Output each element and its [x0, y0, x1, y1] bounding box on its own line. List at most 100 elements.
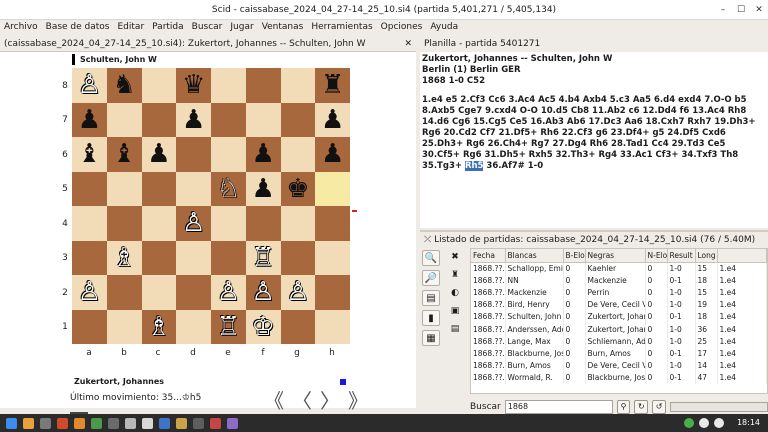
- moves-text[interactable]: 1.e4 e5 2.Cf3 Cc6 3.Ac4 Ac5 4.b4 Axb4 5.…: [422, 95, 756, 171]
- board-square[interactable]: [211, 102, 246, 137]
- board-square[interactable]: [176, 275, 211, 310]
- prev-move-icon[interactable]: 〈: [292, 385, 312, 414]
- board-square[interactable]: ♙: [245, 275, 281, 310]
- board-square[interactable]: [315, 309, 350, 344]
- table-row[interactable]: 1868.??.??Wormald, R.0Blackburne, Joseph…: [471, 371, 767, 384]
- board-square[interactable]: [211, 68, 246, 103]
- board-square[interactable]: ♟: [315, 137, 350, 172]
- board-square[interactable]: [280, 240, 316, 275]
- table-row[interactable]: 1868.??.??Schallopp, Emil0Kaehler01-0151…: [471, 262, 767, 275]
- chess-piece[interactable]: ♟: [78, 107, 101, 133]
- board-square[interactable]: [211, 137, 246, 172]
- next-move-icon[interactable]: 〉: [320, 385, 340, 414]
- table-row[interactable]: 1868.??.??Blackburne, Joseph0Burn, Amos0…: [471, 347, 767, 360]
- search-input[interactable]: 1868: [504, 400, 613, 414]
- chess-piece[interactable]: ♟: [321, 107, 344, 133]
- board-square[interactable]: ♚: [280, 171, 316, 206]
- board-square[interactable]: ♝: [106, 137, 142, 172]
- terminal-icon[interactable]: [40, 417, 51, 429]
- board-square[interactable]: [280, 102, 316, 137]
- moves-after[interactable]: 36.Af7# 1-0: [483, 161, 543, 171]
- browser-icon[interactable]: [57, 417, 68, 429]
- board-square[interactable]: ♙: [72, 68, 107, 103]
- board-square[interactable]: [72, 240, 107, 275]
- chess-piece[interactable]: ♘: [217, 176, 240, 202]
- window-icon[interactable]: ▤: [448, 322, 462, 336]
- file-manager-icon[interactable]: [23, 417, 34, 429]
- menu-base-de-datos[interactable]: Base de datos: [46, 20, 110, 35]
- chess-app-icon[interactable]: [142, 417, 153, 429]
- board-square[interactable]: ♟: [72, 102, 107, 137]
- board-square[interactable]: [280, 309, 316, 344]
- app-icon[interactable]: [108, 417, 119, 429]
- menu-ayuda[interactable]: Ayuda: [430, 20, 458, 35]
- app-icon[interactable]: [227, 417, 238, 429]
- board-square[interactable]: ♔: [245, 309, 281, 344]
- board-square[interactable]: [245, 206, 281, 241]
- chess-piece[interactable]: ♙: [78, 72, 101, 98]
- last-move-icon[interactable]: 》: [348, 385, 368, 414]
- board-square[interactable]: [106, 171, 142, 206]
- chess-piece[interactable]: ♙: [251, 279, 274, 305]
- firefox-icon[interactable]: [74, 417, 85, 429]
- maximize-icon[interactable]: ☐: [734, 4, 748, 16]
- game-moves[interactable]: 1.e4 e5 2.Cf3 Cc6 3.Ac4 Ac5 4.b4 Axb4 5.…: [422, 95, 766, 172]
- chess-piece[interactable]: ♟: [321, 141, 344, 167]
- board-icon[interactable]: ▦: [422, 330, 440, 346]
- board-square[interactable]: [176, 240, 211, 275]
- board-square[interactable]: ♙: [280, 275, 316, 310]
- board-square[interactable]: [315, 240, 350, 275]
- filter-icon[interactable]: 🔍: [422, 250, 440, 266]
- column-header[interactable]: Fecha: [471, 249, 506, 263]
- board-square[interactable]: [141, 171, 177, 206]
- board-square[interactable]: [211, 240, 246, 275]
- layout-icon[interactable]: ▤: [422, 290, 440, 306]
- table-row[interactable]: 1868.??.??Anderssen, Adolf0Zukertort, Jo…: [471, 322, 767, 336]
- search-icon[interactable]: 🔎: [422, 270, 440, 286]
- chess-piece[interactable]: ♟: [251, 176, 274, 202]
- board-square[interactable]: ♖: [245, 240, 281, 275]
- board-square[interactable]: ♗: [141, 309, 177, 344]
- board-square[interactable]: [280, 137, 316, 172]
- filter-small-icon[interactable]: ◐: [448, 286, 462, 300]
- column-header[interactable]: Blancas: [505, 249, 564, 263]
- chess-piece[interactable]: ♙: [182, 210, 205, 236]
- board-square[interactable]: ♞: [106, 68, 142, 103]
- chess-piece[interactable]: ♙: [78, 279, 101, 305]
- menu-opciones[interactable]: Opciones: [381, 20, 423, 35]
- chess-piece[interactable]: ♛: [182, 72, 205, 98]
- start-menu-icon[interactable]: [6, 417, 17, 429]
- table-row[interactable]: 1868.??.??Burn, Amos0De Vere, Cecil V01-…: [471, 359, 767, 372]
- close-list-icon[interactable]: ⤫: [424, 235, 434, 245]
- chess-piece[interactable]: ♞: [112, 72, 135, 98]
- planilla-body[interactable]: Zukertort, Johannes -- Schulten, John W …: [420, 52, 768, 228]
- board-square[interactable]: [106, 309, 142, 344]
- chess-piece[interactable]: ♜: [321, 72, 344, 98]
- board-square[interactable]: [211, 206, 246, 241]
- table-row[interactable]: 1868.??.??Schulten, John W0Zukertort, Jo…: [471, 310, 767, 323]
- board-square[interactable]: [315, 275, 350, 310]
- board-square[interactable]: [72, 206, 107, 241]
- table-row[interactable]: 1868.??.??Mackenzie0Perrin01-0151.e4: [471, 286, 767, 299]
- menu-partida[interactable]: Partida: [152, 20, 184, 35]
- chess-piece[interactable]: ♝: [112, 141, 135, 167]
- remove-icon[interactable]: ✖: [448, 250, 462, 264]
- app-icon[interactable]: [91, 417, 102, 429]
- menu-ventanas[interactable]: Ventanas: [262, 20, 304, 35]
- board-square[interactable]: ♛: [176, 68, 211, 103]
- board-square[interactable]: [141, 240, 177, 275]
- column-header[interactable]: B-Elo: [563, 249, 586, 263]
- app-icon[interactable]: [125, 417, 136, 429]
- table-row[interactable]: 1868.??.??Bird, Henry0De Vere, Cecil V01…: [471, 298, 767, 311]
- volume-icon[interactable]: [714, 418, 724, 428]
- app-icon[interactable]: [210, 417, 221, 429]
- board-square[interactable]: [176, 171, 211, 206]
- board-square[interactable]: ♙: [176, 206, 211, 241]
- chess-piece[interactable]: ♙: [217, 279, 240, 305]
- chess-piece[interactable]: ♗: [147, 314, 170, 340]
- network-icon[interactable]: [699, 418, 709, 428]
- stats-icon[interactable]: ▮: [422, 310, 440, 326]
- board-square[interactable]: [315, 171, 350, 206]
- app-icon[interactable]: [159, 417, 170, 429]
- board-square[interactable]: ♟: [315, 102, 350, 137]
